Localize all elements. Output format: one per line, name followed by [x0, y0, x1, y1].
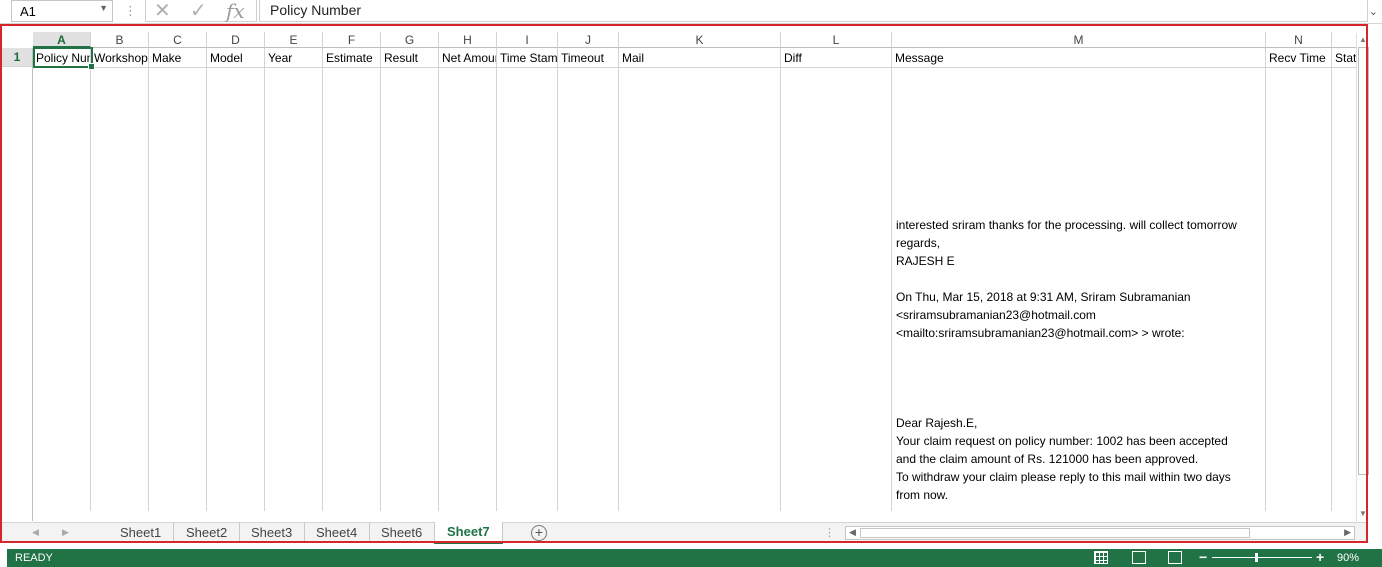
header-cell-text: Workshop: [94, 51, 148, 65]
formula-value: Policy Number: [270, 2, 362, 18]
column-header[interactable]: F: [323, 32, 381, 48]
scroll-left-icon[interactable]: ◀: [849, 527, 856, 538]
sheet-tab-bar: ◀ ▶ Sheet1 Sheet2 Sheet3 Sheet4 Sheet6 Sheet7…: [2, 522, 1368, 544]
status-bar: READY − + 90%: [7, 549, 1382, 567]
tab-scroll-left-icon[interactable]: ◀: [32, 527, 39, 538]
header-cell[interactable]: Mail: [619, 48, 781, 511]
column-header[interactable]: B: [91, 32, 149, 48]
sheet-tab[interactable]: Sheet6: [369, 523, 436, 543]
cancel-icon[interactable]: ✕: [154, 0, 171, 22]
header-cell[interactable]: Timeout: [558, 48, 619, 511]
formula-bar-grip[interactable]: ⋮: [124, 3, 137, 19]
sheet-tab[interactable]: Sheet1: [108, 523, 175, 543]
column-header[interactable]: G: [381, 32, 439, 48]
column-header[interactable]: K: [619, 32, 781, 48]
header-cell[interactable]: Workshop: [91, 48, 149, 511]
formula-input[interactable]: Policy Number: [259, 0, 1368, 22]
header-cell-text: Diff: [784, 51, 802, 65]
horizontal-scrollbar[interactable]: ◀ ▶: [845, 526, 1355, 540]
add-sheet-icon[interactable]: +: [531, 525, 547, 541]
header-cell[interactable]: Time Stamp: [497, 48, 558, 511]
active-cell-cursor: [33, 47, 95, 70]
header-cell[interactable]: Estimate: [323, 48, 381, 511]
header-cell-text: Year: [268, 51, 293, 65]
header-cell[interactable]: Recv Time: [1266, 48, 1332, 511]
vertical-scroll-thumb[interactable]: [1358, 47, 1369, 475]
scroll-right-icon[interactable]: ▶: [1344, 527, 1351, 538]
function-icon[interactable]: fx: [226, 0, 245, 22]
header-cell[interactable]: Result: [381, 48, 439, 511]
spreadsheet-grid[interactable]: ABCDEFGHIJKLMN 1 Policy NumberWorkshop Ma…: [2, 26, 1356, 521]
column-header[interactable]: H: [439, 32, 497, 48]
header-cell[interactable]: Model: [207, 48, 265, 511]
row-header-area: [2, 67, 33, 521]
message-cell-text: interested sriram thanks for the process…: [896, 218, 1237, 502]
header-cell-text: Model: [210, 51, 243, 65]
zoom-slider[interactable]: [1212, 557, 1312, 558]
column-header[interactable]: [1332, 32, 1356, 48]
zoom-out-button[interactable]: −: [1199, 549, 1207, 565]
expand-formula-bar-icon[interactable]: ⌄: [1369, 5, 1378, 18]
header-cell[interactable]: Status: [1332, 48, 1356, 511]
header-cell-text: Mail: [622, 51, 645, 65]
header-cell-text: Time Stamp: [500, 51, 558, 65]
name-box-value: A1: [20, 4, 36, 19]
header-cell-text: Message: [895, 51, 944, 65]
column-header[interactable]: I: [497, 32, 558, 48]
zoom-slider-thumb[interactable]: [1255, 553, 1258, 562]
vertical-scrollbar[interactable]: ▲ ▼: [1356, 33, 1370, 523]
zoom-level[interactable]: 90%: [1337, 552, 1359, 564]
column-header[interactable]: M: [892, 32, 1266, 48]
sheet-tab[interactable]: Sheet4: [304, 523, 371, 543]
column-header[interactable]: A: [33, 32, 91, 48]
chevron-down-icon[interactable]: ▼: [99, 3, 108, 13]
enter-icon[interactable]: ✓: [190, 0, 207, 22]
header-cell-text: Estimate: [326, 51, 373, 65]
header-cell-text: Make: [152, 51, 182, 65]
header-cell-text: Timeout: [561, 51, 604, 65]
formula-buttons: ✕ ✓ fx: [145, 0, 257, 22]
tab-split-handle[interactable]: ⋮: [824, 526, 835, 539]
horizontal-scroll-thumb[interactable]: [860, 528, 1250, 538]
zoom-in-button[interactable]: +: [1316, 549, 1324, 565]
column-header[interactable]: J: [558, 32, 619, 48]
column-header[interactable]: L: [781, 32, 892, 48]
header-cell[interactable]: Year: [265, 48, 323, 511]
column-headers: ABCDEFGHIJKLMN: [2, 32, 1356, 48]
header-cell[interactable]: Policy Number: [33, 48, 91, 511]
tab-scroll-right-icon[interactable]: ▶: [62, 527, 69, 538]
column-header[interactable]: C: [149, 32, 207, 48]
header-cell[interactable]: Make: [149, 48, 207, 511]
status-text: READY: [15, 552, 53, 564]
page-layout-icon[interactable]: [1132, 551, 1146, 564]
sheet-tab[interactable]: Sheet7: [434, 522, 503, 544]
header-cell-text: Net Amount: [442, 51, 496, 65]
header-cell-text: Recv Time: [1269, 51, 1326, 65]
sheet-tab[interactable]: Sheet3: [239, 523, 306, 543]
sheet-tab[interactable]: Sheet2: [174, 523, 241, 543]
header-cell[interactable]: Net Amount: [439, 48, 497, 511]
column-header[interactable]: N: [1266, 32, 1332, 48]
header-cell-text: Result: [384, 51, 419, 65]
formula-bar: A1 ▼ ⋮ ✕ ✓ fx Policy Number ⌄: [0, 0, 1382, 24]
row-header-1[interactable]: 1: [2, 48, 33, 67]
scroll-down-icon[interactable]: ▼: [1359, 509, 1367, 518]
header-cell-text: Status: [1335, 51, 1356, 65]
column-header[interactable]: E: [265, 32, 323, 48]
page-break-icon[interactable]: [1168, 551, 1182, 564]
normal-view-icon[interactable]: [1094, 551, 1108, 564]
row-divider: [33, 67, 1356, 68]
column-header[interactable]: D: [207, 32, 265, 48]
scroll-up-icon[interactable]: ▲: [1359, 35, 1367, 44]
header-cell[interactable]: Diff: [781, 48, 892, 511]
name-box[interactable]: A1 ▼: [11, 0, 113, 22]
